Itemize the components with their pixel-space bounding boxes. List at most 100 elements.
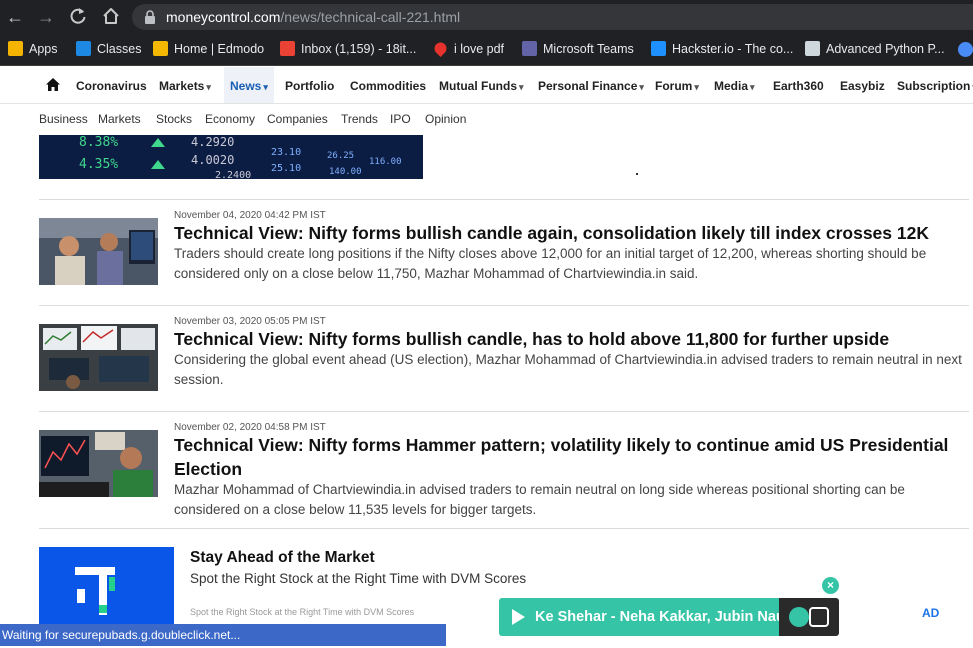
ticker-value: 25.10: [271, 163, 302, 174]
nav-item-media[interactable]: Media ▾: [714, 67, 755, 103]
bookmark-label: Classes: [97, 42, 142, 56]
jio-icon: [789, 607, 809, 627]
nav-item-label: Forum: [655, 79, 693, 93]
python-site-icon: [805, 41, 820, 56]
ticker-value: 140.00: [329, 167, 362, 177]
nav-item-label: Portfolio: [285, 79, 335, 93]
bookmark-item[interactable]: Inbox (1,159) - 18it...: [280, 34, 416, 64]
lock-icon: [144, 10, 156, 29]
nav-item-subscription[interactable]: Subscription▾: [897, 67, 973, 103]
song-title: Ke Shehar - Neha Kakkar, Jubin Nautiyal: [535, 609, 779, 625]
nav-item-news[interactable]: News ▾: [224, 67, 274, 103]
teams-icon: [522, 41, 537, 56]
ad-badge[interactable]: AD: [922, 606, 939, 620]
ad-title[interactable]: Stay Ahead of the Market: [190, 549, 375, 567]
nav-item-mutual-funds[interactable]: Mutual Funds ▾: [439, 67, 524, 103]
divider: [39, 305, 969, 306]
main-navigation: Coronavirus Markets ▾ News ▾ Portfolio Commodi…: [0, 67, 973, 104]
bookmark-item[interactable]: Classes: [76, 34, 141, 64]
up-arrow-icon: [151, 160, 165, 169]
reload-icon[interactable]: [68, 6, 88, 31]
sub-navigation: Business Markets Stocks Economy Companies Tre…: [0, 104, 973, 135]
bookmark-label: Apps: [29, 42, 58, 56]
article-title[interactable]: Technical View: Nifty forms Hammer patte…: [174, 433, 964, 481]
divider: [39, 411, 969, 412]
bookmark-item[interactable]: Advanced Python P...: [805, 34, 945, 64]
bookmark-label: Home | Edmodo: [174, 42, 265, 56]
subnav-item[interactable]: IPO: [390, 104, 411, 135]
ticker-value: 8.38%: [79, 135, 119, 150]
ticker-value: 4.2920: [191, 135, 235, 149]
ad-description: Spot the Right Stock at the Right Time w…: [190, 571, 527, 586]
nav-item-forum[interactable]: Forum ▾: [655, 67, 699, 103]
bookmark-item[interactable]: Microsoft Teams: [522, 34, 634, 64]
edmodo-icon: [153, 41, 168, 56]
chevron-down-icon: ▾: [263, 82, 268, 92]
article-thumbnail[interactable]: [39, 324, 158, 391]
up-arrow-icon: [151, 138, 165, 147]
bookmark-item[interactable]: Home | Edmodo: [153, 34, 264, 64]
heart-icon: [432, 40, 449, 57]
nav-item-markets[interactable]: Markets ▾: [159, 67, 211, 103]
bookmark-label: i love pdf: [454, 42, 505, 56]
nav-item-earth360[interactable]: Earth360: [773, 67, 824, 103]
subnav-item[interactable]: Stocks: [156, 104, 192, 135]
forward-icon[interactable]: →: [33, 0, 59, 34]
ticker-value: 23.10: [271, 147, 302, 158]
divider: [39, 199, 969, 200]
hero-ticker-image[interactable]: 8.38% 4.2920 4.35% 4.0020 23.10 25.10 26…: [39, 135, 423, 179]
google-classroom-icon: [76, 41, 91, 56]
article-title[interactable]: Technical View: Nifty forms bullish cand…: [174, 221, 964, 245]
home-icon[interactable]: [46, 78, 60, 96]
ticker-value: 26.25: [327, 151, 355, 161]
status-bar: Waiting for securepubads.g.doubleclick.n…: [0, 624, 446, 646]
article-date: November 04, 2020 04:42 PM IST: [174, 210, 326, 221]
bookmark-label: Hackster.io - The co...: [672, 42, 794, 56]
bookmark-label: Inbox (1,159) - 18it...: [301, 42, 417, 56]
nav-item-commodities[interactable]: Commodities: [350, 67, 426, 103]
article-title[interactable]: Technical View: Nifty forms bullish cand…: [174, 327, 964, 351]
subnav-item[interactable]: Companies: [267, 104, 328, 135]
ticker-value: 116.00: [369, 157, 402, 167]
article-thumbnail[interactable]: [39, 218, 158, 285]
browser-toolbar: ← → moneycontrol.com/news/technical-call…: [0, 0, 973, 34]
nav-item-label: Easybiz: [840, 79, 885, 93]
bookmark-item[interactable]: Apps: [8, 34, 58, 64]
nav-item-personal-finance[interactable]: Personal Finance ▾: [538, 67, 644, 103]
article-thumbnail[interactable]: [39, 430, 158, 497]
home-browser-icon[interactable]: [101, 6, 121, 31]
ticker-value: 4.35%: [79, 157, 119, 172]
article-date: November 02, 2020 04:58 PM IST: [174, 422, 326, 433]
nav-item-label: Markets: [159, 79, 205, 93]
music-player[interactable]: Ke Shehar - Neha Kakkar, Jubin Nautiyal: [499, 598, 779, 636]
subnav-item[interactable]: Opinion: [425, 104, 466, 135]
nav-item-coronavirus[interactable]: Coronavirus: [76, 67, 147, 103]
article-summary: Considering the global event ahead (US e…: [174, 352, 962, 387]
subnav-item[interactable]: Business: [39, 104, 88, 135]
subnav-item[interactable]: Markets: [98, 104, 141, 135]
nav-item-label: Media: [714, 79, 749, 93]
close-icon[interactable]: ×: [822, 577, 839, 594]
ad-logo[interactable]: [39, 547, 174, 624]
bookmark-item[interactable]: i love pdf: [432, 34, 505, 64]
nav-item-easybiz[interactable]: Easybiz: [840, 67, 885, 103]
play-icon[interactable]: [512, 609, 525, 625]
saavn-icon: [809, 607, 829, 627]
nav-item-label: Earth360: [773, 79, 824, 93]
subnav-item[interactable]: Economy: [205, 104, 255, 135]
bookmark-label: Advanced Python P...: [826, 42, 945, 56]
chevron-down-icon: ▾: [519, 82, 524, 92]
bookmark-label: Microsoft Teams: [543, 42, 634, 56]
subnav-item[interactable]: Trends: [341, 104, 378, 135]
address-bar[interactable]: moneycontrol.com/news/technical-call-221…: [132, 4, 973, 30]
back-icon[interactable]: ←: [2, 0, 28, 34]
bookmark-item[interactable]: Hackster.io - The co...: [651, 34, 793, 64]
jio-saavn-badge[interactable]: [779, 598, 839, 636]
chevron-down-icon: ▾: [639, 82, 644, 92]
nav-item-portfolio[interactable]: Portfolio: [285, 67, 334, 103]
article-summary: Traders should create long positions if …: [174, 246, 927, 281]
ticker-value: 4.0020: [191, 153, 235, 167]
nav-item-label: Subscription: [897, 79, 971, 93]
nav-item-label: Commodities: [350, 79, 427, 93]
bookmark-overflow-icon[interactable]: [958, 42, 973, 57]
